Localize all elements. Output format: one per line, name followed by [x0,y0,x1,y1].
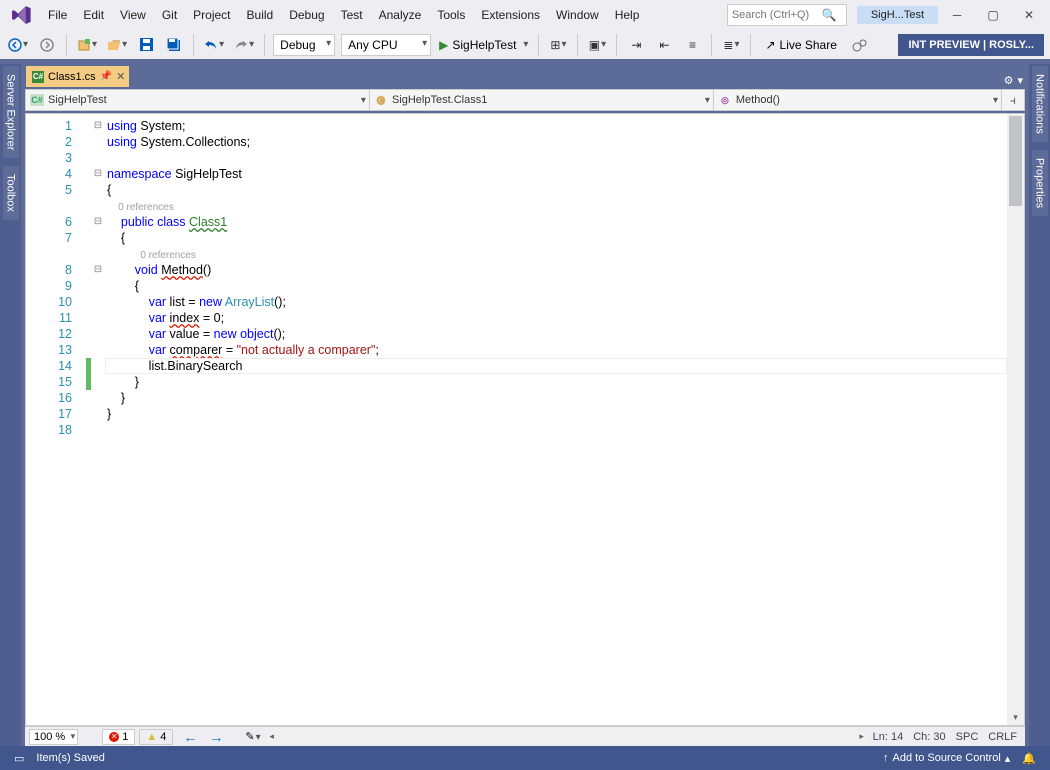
menu-help[interactable]: Help [607,4,648,26]
share-icon: ↗ [765,38,775,52]
horizontal-scrollbar[interactable]: ◂▸ [265,730,869,744]
csharp-file-icon: C# [32,71,44,83]
error-next-button[interactable]: → [203,729,229,745]
navigation-bar: C#SigHelpTest 🅒SigHelpTest.Class1 ◎Metho… [25,89,1025,111]
back-button[interactable]: ▾ [6,34,30,56]
right-sidebar: Notifications Properties [1029,64,1050,746]
menu-project[interactable]: Project [185,4,238,26]
format-button[interactable]: ≣▾ [720,34,742,56]
tab-dropdown-button[interactable]: ▾ [1017,74,1023,87]
menu-file[interactable]: File [40,4,75,26]
menu-extensions[interactable]: Extensions [473,4,548,26]
method-dropdown[interactable]: ◎Method() [714,90,1002,110]
menu-debug[interactable]: Debug [281,4,332,26]
search-box[interactable]: 🔍 [727,4,847,26]
indent-mode[interactable]: SPC [956,731,979,743]
split-editor-button[interactable]: ⫞ [1002,90,1024,110]
code-editor[interactable]: 123456789101112131415161718 ⊟⊟⊟⊟ using S… [25,113,1025,726]
outdent-button[interactable]: ⇤ [653,34,675,56]
menu-test[interactable]: Test [333,4,371,26]
source-control-button[interactable]: ↑ Add to Source Control ▴ [877,752,1016,765]
status-message: Item(s) Saved [30,752,110,764]
tab-overflow-button[interactable]: ⚙ [1004,74,1014,87]
file-tab-strip: C# Class1.cs 📌 ✕ ⚙ ▾ [21,64,1029,87]
redo-button[interactable]: ▾ [232,34,256,56]
platform-combo[interactable]: Any CPU [341,34,431,56]
cursor-col: Ch: 30 [913,731,945,743]
notifications-bell-icon[interactable]: 🔔 [1016,752,1042,765]
menu-view[interactable]: View [112,4,154,26]
file-tab-class1[interactable]: C# Class1.cs 📌 ✕ [26,66,129,87]
minimize-button[interactable]: ─ [940,3,974,27]
properties-tab[interactable]: Properties [1032,150,1048,216]
left-sidebar: Server Explorer Toolbox [0,64,21,746]
pin-icon[interactable]: 📌 [100,71,112,82]
menu-build[interactable]: Build [239,4,282,26]
new-project-button[interactable]: ▾ [75,34,99,56]
solution-title: SigH...Test [857,6,938,24]
vertical-scrollbar[interactable]: ▴ ▾ [1007,114,1024,725]
cursor-line: Ln: 14 [873,731,904,743]
open-button[interactable]: ▾ [105,34,129,56]
error-count[interactable]: ✕1 [102,729,135,745]
server-explorer-tab[interactable]: Server Explorer [3,66,19,158]
pen-button[interactable]: ✎▾ [245,730,260,743]
zoom-combo[interactable]: 100 % [29,729,78,745]
toolbox-tab[interactable]: Toolbox [3,166,19,220]
feedback-button[interactable] [849,34,871,56]
menu-git[interactable]: Git [154,4,185,26]
eol-mode[interactable]: CRLF [988,731,1017,743]
toolbar-button-2[interactable]: ▣▾ [586,34,608,56]
search-icon: 🔍 [822,8,837,22]
menu-window[interactable]: Window [548,4,607,26]
editor-status-bar: 100 % ✕1 ▲4 ← → ✎▾ ◂▸ Ln: 14 Ch: 30 SPC … [25,726,1025,746]
save-button[interactable] [135,34,157,56]
menu-bar: FileEditViewGitProjectBuildDebugTestAnal… [0,0,1050,30]
config-combo[interactable]: Debug [273,34,335,56]
save-all-button[interactable] [163,34,185,56]
vs-logo-icon [10,4,32,26]
status-icon: ▭ [8,752,30,765]
main-toolbar: ▾ ▾ ▾ ▾ ▾ Debug Any CPU ▶SigHelpTest ⊞▾ … [0,30,1050,64]
undo-button[interactable]: ▾ [202,34,226,56]
close-button[interactable]: ✕ [1012,3,1046,27]
menu-analyze[interactable]: Analyze [371,4,430,26]
forward-button[interactable] [36,34,58,56]
live-share-button[interactable]: ↗Live Share [759,38,842,52]
project-dropdown[interactable]: C#SigHelpTest [26,90,370,110]
close-tab-icon[interactable]: ✕ [116,70,125,83]
warning-count[interactable]: ▲4 [139,729,173,745]
preview-badge: INT PREVIEW | ROSLY... [898,34,1044,56]
error-prev-button[interactable]: ← [177,729,203,745]
menu-tools[interactable]: Tools [429,4,473,26]
comment-button[interactable]: ≡ [681,34,703,56]
toolbar-button-1[interactable]: ⊞▾ [547,34,569,56]
menu-edit[interactable]: Edit [75,4,112,26]
file-tab-label: Class1.cs [48,71,96,83]
search-input[interactable] [732,9,822,21]
status-bar: ▭ Item(s) Saved ↑ Add to Source Control … [0,746,1050,770]
indent-button[interactable]: ⇥ [625,34,647,56]
maximize-button[interactable]: ▢ [976,3,1010,27]
notifications-tab[interactable]: Notifications [1032,66,1048,142]
start-debug-button[interactable]: ▶SigHelpTest [437,34,530,56]
class-dropdown[interactable]: 🅒SigHelpTest.Class1 [370,90,714,110]
